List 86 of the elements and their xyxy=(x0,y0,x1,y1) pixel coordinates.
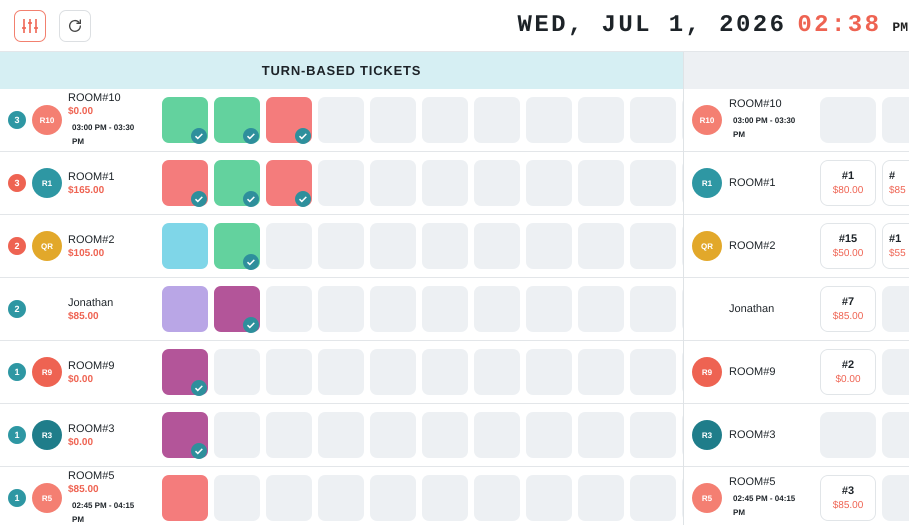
amount-text: $85.00 xyxy=(68,310,100,322)
count-badge: 1 xyxy=(8,363,26,381)
room-avatar: QR xyxy=(32,231,62,261)
count-badge: 1 xyxy=(8,489,26,507)
room-name: ROOM#10 xyxy=(729,98,783,110)
ticket-card[interactable]: #2 $0.00 xyxy=(820,349,876,395)
ticket-tile[interactable] xyxy=(266,97,312,143)
ticket-tile[interactable] xyxy=(214,160,260,206)
ticket-tile[interactable] xyxy=(162,160,208,206)
room-avatar: R1 xyxy=(692,168,722,198)
ticket-number: #1 xyxy=(842,170,854,182)
room-avatar: R3 xyxy=(32,420,62,450)
ticket-card[interactable]: #1 $55 xyxy=(882,223,909,269)
ticket-tile[interactable] xyxy=(162,412,208,458)
room-avatar: R1 xyxy=(32,168,62,198)
meridiem-text: PM xyxy=(892,20,908,35)
ticket-number: #15 xyxy=(838,233,858,245)
room-name: ROOM#2 xyxy=(68,234,116,246)
room-avatar: R10 xyxy=(692,105,722,135)
room-name: ROOM#10 xyxy=(68,92,122,104)
time-range: 03:00 PM - 03:30 PM xyxy=(733,115,796,141)
ticket-number: # xyxy=(889,170,896,182)
ticket-amount: $85 xyxy=(889,185,906,196)
sliders-icon xyxy=(21,16,39,34)
room-avatar: R9 xyxy=(32,357,62,387)
ticket-card[interactable]: #1 $80.00 xyxy=(820,160,876,206)
count-badge: 3 xyxy=(8,111,26,129)
amount-text: $0.00 xyxy=(68,374,94,384)
amount-text: $0.00 xyxy=(68,106,94,116)
amount-text: $105.00 xyxy=(68,248,106,258)
ticket-tile[interactable] xyxy=(162,286,208,332)
room-name: ROOM#3 xyxy=(729,429,776,441)
count-badge: 3 xyxy=(8,174,26,192)
clock-time: 02:38 xyxy=(797,12,882,39)
ticket-number: #7 xyxy=(842,296,854,308)
time-range: 03:00 PM - 03:30 PM xyxy=(72,122,136,148)
room-name: ROOM#5 xyxy=(68,470,116,482)
count-badge: 1 xyxy=(8,426,26,444)
ticket-amount: $55 xyxy=(889,248,906,259)
ticket-card[interactable]: #15 $50.00 xyxy=(820,223,876,269)
ticket-tile[interactable] xyxy=(162,97,208,143)
amount-text: $0.00 xyxy=(68,436,94,448)
ticket-amount: $50.00 xyxy=(832,248,864,259)
ticket-card[interactable]: #3 $85.00 xyxy=(820,475,876,521)
count-badge: 2 xyxy=(8,237,26,255)
room-name: ROOM#1 xyxy=(68,170,116,182)
ticket-number: #3 xyxy=(842,485,854,497)
time-range: 02:45 PM - 04:15 PM xyxy=(72,500,136,525)
room-avatar: QR xyxy=(692,231,722,261)
room-name: ROOM#2 xyxy=(729,240,776,252)
ticket-number: #1 xyxy=(889,233,902,245)
room-name: ROOM#1 xyxy=(729,177,776,189)
amount-text: $165.00 xyxy=(68,184,106,196)
room-avatar: R9 xyxy=(692,357,722,387)
ticket-amount: $80.00 xyxy=(832,185,864,196)
amount-text: $85.00 xyxy=(68,484,100,494)
room-name: ROOM#3 xyxy=(68,422,116,434)
ticket-tile[interactable] xyxy=(214,97,260,143)
room-name: ROOM#9 xyxy=(729,366,776,378)
ticket-tile[interactable] xyxy=(162,475,208,521)
ticket-amount: $85.00 xyxy=(832,311,864,322)
ticket-tile[interactable] xyxy=(266,160,312,206)
ticket-card[interactable]: #7 $85.00 xyxy=(820,286,876,332)
refresh-button[interactable] xyxy=(59,10,91,42)
panel-title: TURN-BASED TICKETS xyxy=(262,63,422,78)
ticket-tile[interactable] xyxy=(162,223,208,269)
ticket-tile[interactable] xyxy=(214,286,260,332)
room-name: Jonathan xyxy=(68,296,114,308)
date-text: WED, JUL 1, 2026 xyxy=(518,12,786,39)
ticket-amount: $0.00 xyxy=(835,374,861,385)
time-range: 02:45 PM - 04:15 PM xyxy=(733,493,796,519)
ticket-amount: $85.00 xyxy=(832,500,864,511)
refresh-icon xyxy=(67,18,83,34)
count-badge: 2 xyxy=(8,300,26,318)
room-avatar: R5 xyxy=(32,483,62,513)
room-name: ROOM#9 xyxy=(68,360,116,372)
ticket-number: #2 xyxy=(842,359,854,371)
ticket-tile[interactable] xyxy=(214,223,260,269)
room-name: ROOM#5 xyxy=(729,476,776,488)
filter-button[interactable] xyxy=(14,10,46,42)
ticket-card[interactable]: # $85 xyxy=(882,160,909,206)
room-avatar: R5 xyxy=(692,483,722,513)
room-avatar: R10 xyxy=(32,105,62,135)
room-name: Jonathan xyxy=(729,303,776,315)
ticket-tile[interactable] xyxy=(162,349,208,395)
room-avatar: R3 xyxy=(692,420,722,450)
